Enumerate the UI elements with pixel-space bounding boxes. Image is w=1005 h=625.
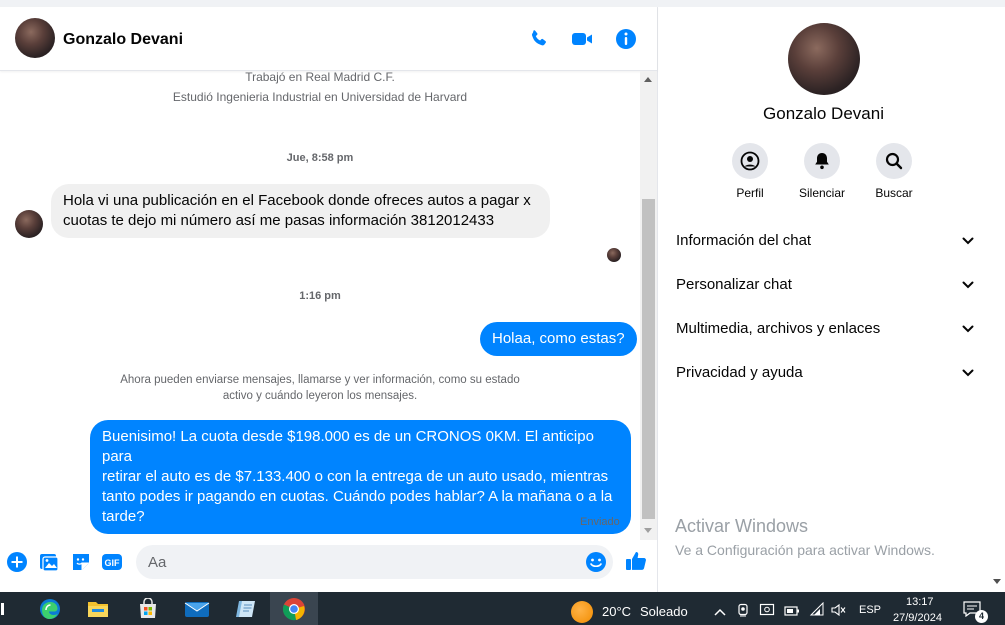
gif-label: GIF [105,558,121,568]
message-line: tarde? [102,508,145,525]
chevron-down-icon [962,369,974,377]
camera-privacy-icon[interactable] [736,603,750,617]
chevron-down-icon [962,237,974,245]
emoji-icon[interactable] [585,551,607,573]
image-icon[interactable] [38,551,60,573]
section-media-files-links[interactable]: Multimedia, archivos y enlaces [675,313,975,343]
mute-action[interactable]: Silenciar [786,143,858,200]
section-label: Información del chat [676,232,812,249]
chat-scrollbar[interactable] [640,71,657,540]
scroll-up-arrow[interactable] [644,77,652,82]
video-icon[interactable] [570,27,594,51]
chat-pane: Gonzalo Devani Trabajó en Real Madrid C.… [0,7,658,592]
notes-app-icon[interactable] [233,596,259,622]
display-settings-icon[interactable] [759,603,775,617]
gif-icon[interactable]: GIF [101,551,123,573]
scroll-down-arrow[interactable] [644,528,652,533]
bell-icon [804,143,840,179]
microsoft-store-icon[interactable] [135,596,161,622]
clock-date[interactable]: 27/9/2024 [893,612,942,624]
sender-avatar[interactable] [15,210,43,238]
input-language[interactable]: ESP [859,604,881,616]
profile-work-info: Trabajó en Real Madrid C.F. [245,71,395,84]
mail-icon[interactable] [184,596,210,622]
plus-icon[interactable] [6,551,28,573]
thumbs-up-icon[interactable] [624,549,648,573]
volume-muted-icon[interactable] [831,603,847,617]
screen: Gonzalo Devani Trabajó en Real Madrid C.… [0,0,1005,625]
scroll-thumb[interactable] [642,199,655,519]
sent-status: Enviado [580,516,620,528]
seen-indicator-avatar [607,248,621,262]
action-label: Perfil [736,186,764,200]
chrome-browser-icon[interactable] [281,596,307,622]
timestamp: Jue, 8:58 pm [286,152,354,164]
message-line: tanto podes ir pagando en cuotas. Cuándo… [102,488,613,505]
chat-header: Gonzalo Devani [0,7,657,71]
message-list[interactable]: Trabajó en Real Madrid C.F. Estudió Inge… [0,71,640,540]
activation-watermark-subtitle: Ve a Configuración para activar Windows. [675,542,935,558]
scroll-down-arrow[interactable] [993,579,1001,584]
section-chat-info[interactable]: Información del chat [675,225,975,255]
top-strip [0,0,1005,7]
chevron-up-icon[interactable] [713,604,727,616]
contact-avatar[interactable] [15,18,55,58]
outgoing-message[interactable]: Buenisimo! La cuota desde $198.000 es de… [90,420,631,534]
windows-taskbar: 20°C Soleado ESP 13:17 27/9/2024 4 [0,592,1005,625]
action-label: Silenciar [798,186,846,200]
section-label: Personalizar chat [676,276,792,293]
sun-weather-icon[interactable] [571,601,593,623]
profile-avatar-large[interactable] [788,23,860,95]
profile-name: Gonzalo Devani [763,104,884,123]
chevron-down-icon [962,281,974,289]
section-label: Privacidad y ayuda [676,364,803,381]
search-action[interactable]: Buscar [858,143,930,200]
section-label: Multimedia, archivos y enlaces [676,320,881,337]
message-input[interactable] [148,552,578,572]
message-composer: GIF [0,540,657,592]
section-customize-chat[interactable]: Personalizar chat [675,269,975,299]
message-line: Hola vi una publicación en el Facebook d… [63,192,531,209]
contact-name[interactable]: Gonzalo Devani [63,31,183,49]
page-scrollbar[interactable] [988,7,1005,592]
outgoing-message[interactable]: Holaa, como estas? [480,322,637,356]
activation-watermark-title: Activar Windows [675,516,809,536]
message-input-wrapper [136,545,613,579]
clock-time[interactable]: 13:17 [906,596,934,608]
task-view-icon[interactable] [0,596,8,622]
weather-temperature[interactable]: 20°C [602,604,631,619]
conversation-info-pane: Gonzalo Devani Perfil Silenciar Buscar I… [659,7,988,592]
connection-notice-line: Ahora pueden enviarse mensajes, llamarse… [120,374,520,386]
battery-icon[interactable] [784,604,800,616]
phone-icon[interactable] [527,27,551,51]
search-icon [876,143,912,179]
connection-notice-line: activo y cuándo leyeron los mensajes. [222,390,418,402]
timestamp: 1:16 pm [299,290,341,302]
message-line: retirar el auto es de $7.133.400 o con l… [102,468,609,485]
section-privacy-help[interactable]: Privacidad y ayuda [675,357,975,387]
wifi-icon[interactable] [809,601,825,618]
info-icon[interactable] [614,27,638,51]
profile-education-info: Estudió Ingenieria Industrial en Univers… [172,90,468,104]
incoming-message[interactable]: Hola vi una publicación en el Facebook d… [51,184,550,238]
message-line: Buenisimo! La cuota desde $198.000 es de… [102,428,594,465]
edge-browser-icon[interactable] [37,596,63,622]
weather-description[interactable]: Soleado [640,604,688,619]
file-explorer-icon[interactable] [85,596,111,622]
notification-count-badge: 4 [975,610,988,623]
sticker-icon[interactable] [70,551,92,573]
message-line: cuotas te dejo mi número así me pasas in… [63,212,495,229]
action-label: Buscar [875,186,913,200]
profile-icon [732,143,768,179]
chevron-down-icon [962,325,974,333]
profile-action[interactable]: Perfil [714,143,786,200]
